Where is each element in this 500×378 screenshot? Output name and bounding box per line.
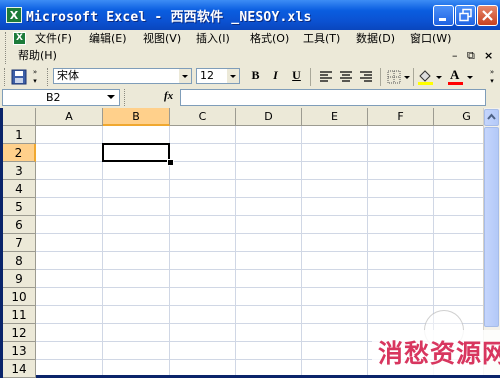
row-header[interactable]: 14 <box>3 360 36 378</box>
toolbar-separator <box>380 68 381 86</box>
gridline <box>36 215 483 216</box>
chevron-down-icon <box>107 95 115 99</box>
scroll-up-button[interactable] <box>484 109 499 126</box>
active-cell-b2[interactable] <box>102 143 170 162</box>
excel-icon[interactable]: X <box>6 7 22 23</box>
menu-help[interactable]: 帮助(H) <box>18 47 57 64</box>
save-button[interactable] <box>10 68 28 86</box>
workbook-icon[interactable]: X <box>13 32 26 45</box>
name-box[interactable] <box>2 89 120 106</box>
minimize-button[interactable] <box>433 5 454 26</box>
scroll-thumb[interactable] <box>484 127 499 327</box>
close-button[interactable] <box>477 5 498 26</box>
row-header[interactable]: 6 <box>3 216 36 234</box>
doc-close-icon[interactable]: × <box>484 49 493 63</box>
gridline <box>36 197 483 198</box>
font-size-select[interactable]: 12 <box>196 68 240 84</box>
gridline <box>36 269 483 270</box>
menu-tools[interactable]: 工具(T) <box>303 30 340 47</box>
row-header[interactable]: 4 <box>3 180 36 198</box>
save-icon <box>11 69 27 85</box>
formula-input[interactable] <box>180 89 486 106</box>
column-header[interactable]: C <box>170 108 236 126</box>
window-title: Microsoft Excel - 西西软件 _NESOY.xls <box>26 10 312 25</box>
font-size-value: 12 <box>200 69 214 82</box>
chevron-down-icon[interactable] <box>227 69 239 83</box>
toolbar-options-icon[interactable]: » ▾ <box>487 68 497 86</box>
row-header[interactable]: 5 <box>3 198 36 216</box>
row-header[interactable]: 7 <box>3 234 36 252</box>
name-box-dropdown[interactable] <box>106 92 116 102</box>
gridline <box>36 179 483 180</box>
font-color-icon <box>448 76 473 85</box>
font-name-value: 宋体 <box>57 69 79 82</box>
restore-icon <box>459 8 472 22</box>
paint-bucket-icon <box>418 70 442 85</box>
fill-color-button[interactable] <box>416 68 444 86</box>
toolbar-separator <box>310 68 311 86</box>
menu-format[interactable]: 格式(O) <box>250 30 289 47</box>
row-header[interactable]: 9 <box>3 270 36 288</box>
menu-window[interactable]: 窗口(W) <box>410 30 451 47</box>
insert-function-button[interactable]: fx <box>164 90 173 102</box>
align-center-button[interactable] <box>337 68 355 86</box>
splitter[interactable] <box>124 89 127 106</box>
column-header[interactable]: F <box>368 108 434 126</box>
chevron-down-icon[interactable] <box>179 69 191 83</box>
minimize-icon <box>439 18 446 21</box>
row-header[interactable]: 2 <box>3 144 36 162</box>
arrow-up-icon <box>487 113 496 120</box>
align-right-button[interactable] <box>357 68 375 86</box>
name-box-value: B2 <box>46 91 61 104</box>
align-left-button[interactable] <box>317 68 335 86</box>
menu-edit[interactable]: 编辑(E) <box>89 30 127 47</box>
fill-handle[interactable] <box>167 159 174 166</box>
menu-data[interactable]: 数据(D) <box>356 30 395 47</box>
column-header[interactable]: B <box>103 108 170 126</box>
align-left-icon <box>320 71 332 82</box>
font-color-button[interactable]: A <box>446 68 476 86</box>
select-all-corner[interactable] <box>3 108 36 126</box>
row-header[interactable]: 13 <box>3 342 36 360</box>
column-header[interactable]: A <box>36 108 103 126</box>
column-header[interactable]: E <box>302 108 368 126</box>
align-center-icon <box>340 71 352 82</box>
borders-icon <box>387 70 410 84</box>
bold-button[interactable]: B <box>247 68 264 85</box>
doc-minimize-icon[interactable]: – <box>452 49 458 63</box>
row-header[interactable]: 8 <box>3 252 36 270</box>
toolbar-separator <box>413 68 414 86</box>
menu-insert[interactable]: 插入(I) <box>196 30 230 47</box>
gridline <box>36 305 483 306</box>
gridline <box>36 233 483 234</box>
row-header[interactable]: 3 <box>3 162 36 180</box>
gridline <box>36 323 483 324</box>
row-header[interactable]: 11 <box>3 306 36 324</box>
toolbar-grip-2[interactable] <box>47 68 51 86</box>
row-header[interactable]: 10 <box>3 288 36 306</box>
borders-button[interactable] <box>386 68 412 86</box>
toolbar-options-icon[interactable]: » ▾ <box>31 68 39 86</box>
row-header[interactable]: 1 <box>3 126 36 144</box>
toolbar-grip[interactable] <box>4 68 8 86</box>
menu-file[interactable]: 文件(F) <box>35 30 72 47</box>
watermark-text: 消愁资源网 <box>378 339 500 368</box>
italic-button[interactable]: I <box>267 68 284 85</box>
column-header[interactable]: D <box>236 108 302 126</box>
gridline <box>36 287 483 288</box>
doc-restore-icon[interactable]: ⧉ <box>467 49 475 63</box>
menu-view[interactable]: 视图(V) <box>143 30 181 47</box>
gridline <box>36 251 483 252</box>
close-icon <box>482 10 493 21</box>
underline-button[interactable]: U <box>288 68 305 85</box>
menubar-grip[interactable] <box>5 32 9 64</box>
align-right-icon <box>360 71 372 82</box>
maximize-button[interactable] <box>455 5 476 26</box>
font-name-select[interactable]: 宋体 <box>53 68 192 84</box>
row-header[interactable]: 12 <box>3 324 36 342</box>
